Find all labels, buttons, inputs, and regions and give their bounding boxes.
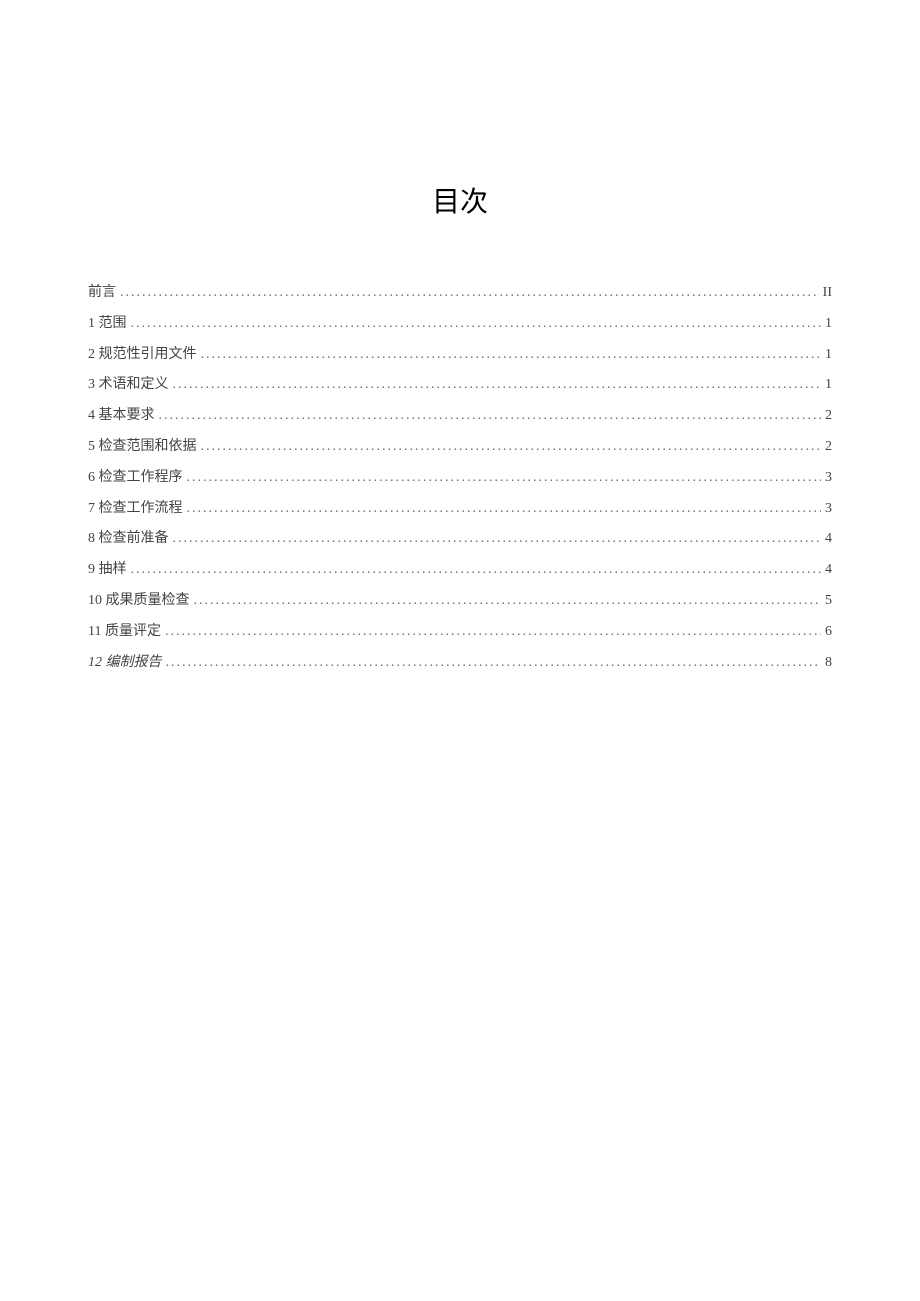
toc-dots [173, 524, 822, 555]
toc-entry-label: 3 术语和定义 [88, 370, 169, 401]
toc-entry-page: II [823, 278, 832, 309]
toc-entry-page: 1 [825, 370, 832, 401]
toc-dots [201, 432, 822, 463]
toc-entry-label: 6 检查工作程序 [88, 463, 183, 494]
toc-entry-page: 6 [825, 617, 832, 648]
toc-entry: 5 检查范围和依据 2 [88, 432, 832, 463]
toc-entry-page: 4 [825, 524, 832, 555]
toc-entry-label: 5 检查范围和依据 [88, 432, 197, 463]
toc-entry-page: 5 [825, 586, 832, 617]
toc-entry: 2 规范性引用文件 1 [88, 340, 832, 371]
toc-entry-page: 8 [825, 648, 832, 679]
toc-dots [194, 586, 822, 617]
toc-entry-label: 1 范围 [88, 309, 127, 340]
toc-entry: 11 质量评定 6 [88, 617, 832, 648]
toc-entry-page: 2 [825, 432, 832, 463]
toc-entry-label: 11 质量评定 [88, 617, 161, 648]
toc-entry-page: 3 [825, 494, 832, 525]
toc-dots [159, 401, 822, 432]
toc-dots [165, 617, 821, 648]
toc-entry-label: 前言 [88, 278, 116, 309]
toc-entry-label: 2 规范性引用文件 [88, 340, 197, 371]
toc-entry-page: 1 [825, 340, 832, 371]
toc-entry-label: 9 抽样 [88, 555, 127, 586]
toc-entry-label: 10 成果质量检查 [88, 586, 190, 617]
toc-dots [173, 370, 822, 401]
toc-entry-page: 2 [825, 401, 832, 432]
toc-entry: 前言 II [88, 278, 832, 309]
toc-entry-label: 12 编制报告 [88, 648, 162, 679]
toc-dots [120, 278, 819, 309]
toc-entry-page: 3 [825, 463, 832, 494]
toc-entry-page: 1 [825, 309, 832, 340]
toc-title: 目次 [88, 180, 832, 220]
toc-dots [201, 340, 822, 371]
toc-entry-label: 8 检查前准备 [88, 524, 169, 555]
toc-dots [166, 648, 822, 679]
toc-entry: 1 范围 1 [88, 309, 832, 340]
table-of-contents: 前言II1 范围12 规范性引用文件13 术语和定义14 基本要求25 检查范围… [88, 278, 832, 678]
toc-dots [131, 309, 822, 340]
toc-entry: 3 术语和定义 1 [88, 370, 832, 401]
toc-entry: 12 编制报告 8 [88, 648, 832, 679]
toc-entry-label: 7 检查工作流程 [88, 494, 183, 525]
toc-entry: 10 成果质量检查 5 [88, 586, 832, 617]
toc-entry-page: 4 [825, 555, 832, 586]
toc-entry: 6 检查工作程序 3 [88, 463, 832, 494]
toc-dots [187, 463, 822, 494]
toc-dots [187, 494, 822, 525]
toc-entry: 9 抽样 4 [88, 555, 832, 586]
toc-entry-label: 4 基本要求 [88, 401, 155, 432]
toc-entry: 4 基本要求 2 [88, 401, 832, 432]
toc-entry: 8 检查前准备 4 [88, 524, 832, 555]
toc-entry: 7 检查工作流程 3 [88, 494, 832, 525]
toc-dots [131, 555, 822, 586]
